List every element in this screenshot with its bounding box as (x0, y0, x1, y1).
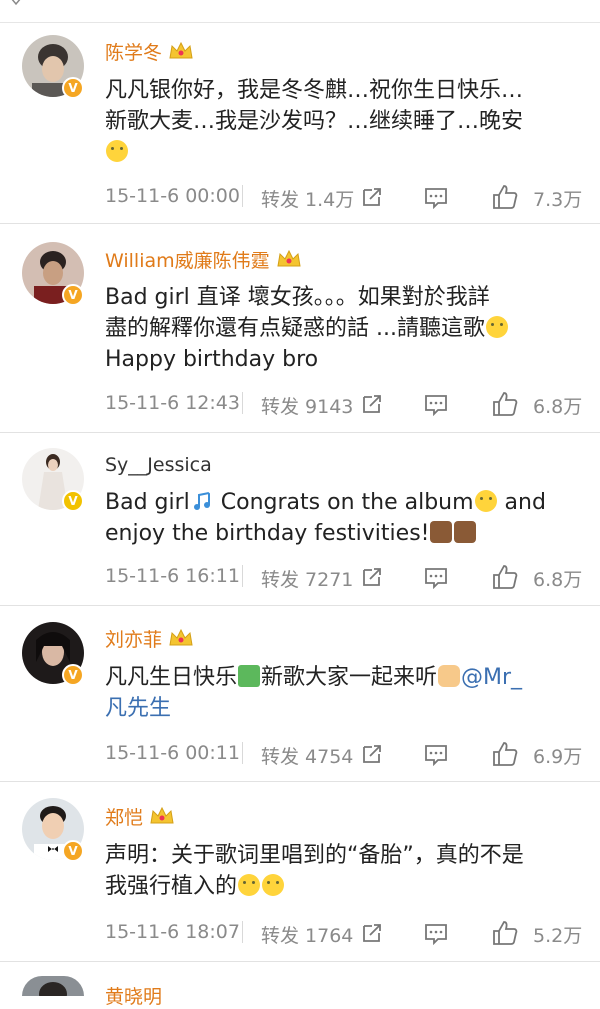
comment-text-line: enjoy the birthday festivities! (105, 521, 430, 546)
share-icon[interactable] (361, 186, 383, 208)
crown-icon (169, 41, 193, 59)
share-icon[interactable] (361, 743, 383, 765)
divider (242, 392, 243, 414)
comment-meta: 15-11-6 18:07 转发 1764 5.2万 (0, 917, 600, 947)
username[interactable]: 刘亦菲 (105, 625, 162, 652)
username[interactable]: Sy__Jessica (105, 454, 212, 476)
comment-text: Bad girl Congrats on the album and enjoy… (105, 487, 583, 549)
tongue-emoji-icon (262, 874, 285, 896)
tears-of-joy-emoji-icon (474, 490, 497, 512)
divider (242, 565, 243, 587)
verified-badge-icon: V (62, 840, 84, 862)
tongue-emoji-icon (238, 874, 261, 896)
name-row: 郑恺 (105, 802, 175, 830)
comment-item: V 刘亦菲 凡凡生日快乐 新歌大家一起来听 @Mr_ 凡先生 15-11-6 00:… (0, 606, 600, 782)
comment-text-line: 凡凡生日快乐 (105, 665, 238, 690)
comment-text: Bad girl 直译 壞女孩。。。如果對於我詳 盡的解釋你還有点疑惑的話 ..… (105, 282, 583, 375)
comment-icon[interactable] (424, 187, 448, 209)
thumbs-up-emoji-icon (438, 665, 461, 687)
repost-count[interactable]: 转发 1764 (261, 921, 353, 948)
comment-icon[interactable] (424, 394, 448, 416)
cake-emoji-icon (454, 521, 477, 543)
mention-link[interactable]: 凡先生 (105, 696, 171, 721)
music-note-emoji-icon (193, 491, 210, 510)
name-row: 陈学冬 (105, 37, 194, 65)
repost-count[interactable]: 转发 9143 (261, 392, 353, 419)
timestamp: 15-11-6 18:07 (105, 921, 240, 943)
repost-count[interactable]: 转发 4754 (261, 742, 353, 769)
share-icon[interactable] (361, 566, 383, 588)
repost-count[interactable]: 转发 1.4万 (261, 185, 354, 212)
like-count: 6.9万 (533, 746, 583, 768)
comment-text: 凡凡生日快乐 新歌大家一起来听 @Mr_ 凡先生 (105, 662, 583, 724)
top-bar (0, 0, 600, 23)
username[interactable]: 陈学冬 (105, 38, 162, 65)
crown-icon (277, 249, 301, 267)
share-icon[interactable] (361, 393, 383, 415)
timestamp: 15-11-6 00:00 (105, 185, 240, 207)
timestamp: 15-11-6 16:11 (105, 565, 240, 587)
timestamp: 15-11-6 00:11 (105, 742, 240, 764)
comment-text-line: 盡的解釋你還有点疑惑的話 ...請聽這歌 (105, 316, 485, 341)
back-chevron-icon[interactable] (8, 0, 24, 12)
thumbs-up-icon[interactable] (492, 920, 518, 946)
avatar[interactable] (22, 976, 84, 996)
comment-text-line: and (497, 490, 546, 515)
comment-text-line: 我强行植入的 (105, 874, 238, 899)
comment-meta: 15-11-6 00:00 转发 1.4万 7.3万 (0, 181, 600, 211)
username[interactable]: 郑恺 (105, 803, 143, 830)
divider (242, 921, 243, 943)
comment-meta: 15-11-6 00:11 转发 4754 6.9万 (0, 738, 600, 768)
comment-icon[interactable] (424, 567, 448, 589)
comment-item: V 陈学冬 凡凡银你好，我是冬冬麒…祝你生日快乐… 新歌大麦…我是沙发吗？…继续… (0, 23, 600, 224)
comment-meta: 15-11-6 16:11 转发 7271 6.8万 (0, 561, 600, 591)
verified-badge-icon: V (62, 664, 84, 686)
comment-text-line: Bad girl 直译 壞女孩。。。如果對於我詳 (105, 285, 490, 310)
kiss-emoji-icon (106, 140, 128, 162)
like-count: 6.8万 (533, 396, 583, 418)
comment-text-line: Happy birthday bro (105, 347, 319, 372)
laugh-emoji-icon (485, 316, 508, 338)
comment-text: 声明：关于歌词里唱到的“备胎”，真的不是 我强行植入的 (105, 840, 583, 902)
thumbs-up-icon[interactable] (492, 741, 518, 767)
repost-count[interactable]: 转发 7271 (261, 565, 353, 592)
comment-text-line: 凡凡银你好，我是冬冬麒…祝你生日快乐… (105, 78, 524, 103)
name-row: Sy__Jessica (105, 451, 212, 479)
comment-item: V 郑恺 声明：关于歌词里唱到的“备胎”，真的不是 我强行植入的 15-11-6… (0, 782, 600, 962)
crown-icon (169, 628, 193, 646)
comment-text-line: Congrats on the album (213, 490, 474, 515)
comment-text-line: Bad girl (105, 490, 190, 515)
comment-text-line: 新歌大家一起来听 (261, 665, 438, 690)
share-icon[interactable] (361, 922, 383, 944)
like-count: 5.2万 (533, 925, 583, 947)
timestamp: 15-11-6 12:43 (105, 392, 240, 414)
comment-text-line: 新歌大麦…我是沙发吗？…继续睡了…晚安 (105, 109, 524, 134)
like-count: 6.8万 (533, 569, 583, 591)
comment-icon[interactable] (424, 923, 448, 945)
username[interactable]: William威廉陈伟霆 (105, 246, 270, 273)
verified-badge-icon: V (62, 77, 84, 99)
thumbs-up-icon[interactable] (492, 564, 518, 590)
crown-icon (150, 806, 174, 824)
verified-badge-icon: V (62, 490, 84, 512)
comment-item: V Sy__Jessica Bad girl Congrats on the a… (0, 433, 600, 606)
thumbs-up-icon[interactable] (492, 184, 518, 210)
comment-icon[interactable] (424, 744, 448, 766)
comment-item: V William威廉陈伟霆 Bad girl 直译 壞女孩。。。如果對於我詳 … (0, 224, 600, 433)
like-count: 7.3万 (533, 189, 583, 211)
name-row: William威廉陈伟霆 (105, 245, 302, 273)
comment-text-line: 声明：关于歌词里唱到的“备胎”，真的不是 (105, 843, 524, 868)
name-row: 刘亦菲 (105, 624, 194, 652)
comment-meta: 15-11-6 12:43 转发 9143 6.8万 (0, 388, 600, 418)
comment-text: 凡凡银你好，我是冬冬麒…祝你生日快乐… 新歌大麦…我是沙发吗？…继续睡了…晚安 (105, 75, 583, 168)
mention-link[interactable]: @Mr_ (461, 665, 522, 690)
verified-badge-icon: V (62, 284, 84, 306)
cake-emoji-icon (430, 521, 453, 543)
gift-emoji-icon (238, 665, 261, 687)
divider (242, 185, 243, 207)
divider (242, 742, 243, 764)
thumbs-up-icon[interactable] (492, 391, 518, 417)
